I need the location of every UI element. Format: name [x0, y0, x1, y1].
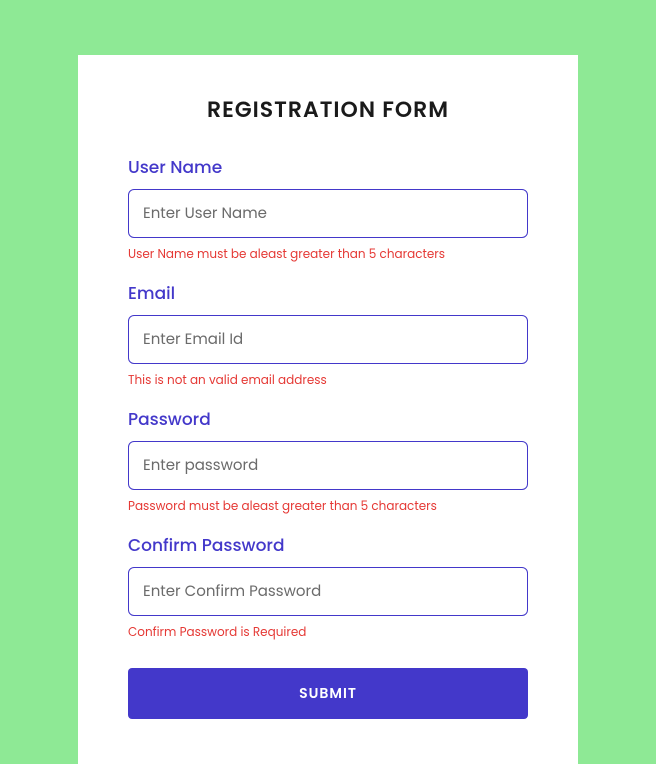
confirm-password-error: Confirm Password is Required [128, 624, 528, 642]
password-error: Password must be aleast greater than 5 c… [128, 498, 528, 516]
submit-button[interactable]: SUBMIT [128, 668, 528, 719]
email-input[interactable] [128, 315, 528, 364]
registration-card: REGISTRATION FORM User Name User Name mu… [78, 55, 578, 764]
confirm-password-input[interactable] [128, 567, 528, 616]
username-label: User Name [128, 154, 528, 180]
email-label: Email [128, 280, 528, 306]
email-error: This is not an valid email address [128, 372, 528, 390]
form-title: REGISTRATION FORM [128, 93, 528, 126]
password-group: Password Password must be aleast greater… [128, 406, 528, 516]
email-group: Email This is not an valid email address [128, 280, 528, 390]
password-input[interactable] [128, 441, 528, 490]
confirm-password-label: Confirm Password [128, 532, 528, 558]
username-group: User Name User Name must be aleast great… [128, 154, 528, 264]
username-error: User Name must be aleast greater than 5 … [128, 246, 528, 264]
password-label: Password [128, 406, 528, 432]
confirm-password-group: Confirm Password Confirm Password is Req… [128, 532, 528, 642]
username-input[interactable] [128, 189, 528, 238]
